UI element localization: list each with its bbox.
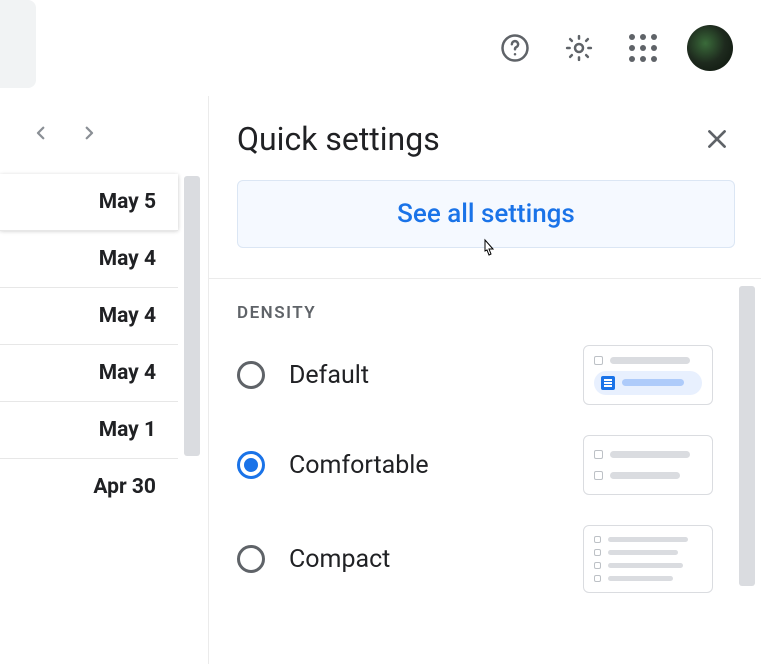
density-option-label: Compact [289, 545, 390, 574]
density-preview-default [583, 345, 713, 405]
top-toolbar [0, 0, 761, 96]
avatar[interactable] [687, 25, 733, 71]
radio-icon[interactable] [237, 361, 265, 389]
density-preview-comfortable [583, 435, 713, 495]
density-section-label: DENSITY [237, 303, 735, 323]
see-all-settings-label: See all settings [397, 199, 575, 229]
panel-title: Quick settings [237, 120, 440, 158]
chevron-right-icon[interactable] [80, 124, 98, 146]
scrollbar[interactable] [184, 176, 200, 456]
date-item[interactable]: May 4 [0, 344, 178, 401]
radio-icon[interactable] [237, 451, 265, 479]
density-option-comfortable[interactable]: Comfortable [237, 435, 735, 495]
date-item[interactable]: May 1 [0, 401, 178, 458]
see-all-settings-button[interactable]: See all settings [237, 180, 735, 248]
date-sidebar: May 5 May 4 May 4 May 4 May 1 Apr 30 [0, 96, 178, 664]
radio-icon[interactable] [237, 545, 265, 573]
quick-settings-panel: Quick settings See all settings DENSITY … [208, 96, 761, 664]
gear-icon[interactable] [559, 28, 599, 68]
pointer-cursor-icon [478, 238, 498, 267]
scrollbar[interactable] [739, 286, 755, 586]
content-area: May 5 May 4 May 4 May 4 May 1 Apr 30 Qui… [0, 96, 761, 664]
density-option-label: Default [289, 361, 369, 390]
density-option-label: Comfortable [289, 451, 429, 480]
density-preview-compact [583, 525, 713, 593]
close-icon[interactable] [699, 121, 735, 157]
date-item[interactable]: May 4 [0, 230, 178, 287]
date-item[interactable]: May 5 [0, 174, 178, 230]
search-edge-stub [0, 0, 36, 88]
apps-icon[interactable] [623, 28, 663, 68]
chevron-left-icon[interactable] [32, 124, 50, 146]
divider [209, 278, 761, 279]
date-item[interactable]: Apr 30 [0, 458, 178, 515]
density-option-compact[interactable]: Compact [237, 525, 735, 593]
density-option-default[interactable]: Default [237, 345, 735, 405]
date-item[interactable]: May 4 [0, 287, 178, 344]
help-icon[interactable] [495, 28, 535, 68]
